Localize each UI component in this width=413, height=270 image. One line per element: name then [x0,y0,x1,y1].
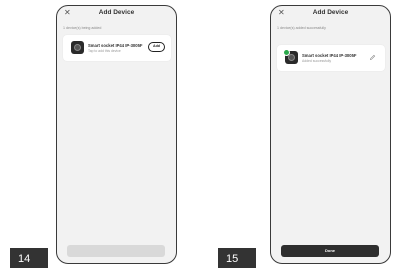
phone-screen-added: ✕ Add Device 1 device(s) added successfu… [270,5,391,264]
top-bar: ✕ Add Device [271,6,390,22]
socket-device-icon [71,41,84,54]
pencil-icon[interactable] [369,54,376,61]
device-subtitle: Tap to add this device [88,49,121,53]
device-card[interactable]: Smart socket IP44 IP-3005F Added success… [277,45,385,71]
success-check-icon [283,49,290,56]
status-text: 1 device(s) added successfully [277,26,326,30]
step-label: 15 [218,248,256,268]
bottom-button-disabled[interactable] [67,245,165,257]
page-title: Add Device [312,9,349,16]
step-label: 14 [10,248,48,268]
device-card[interactable]: Smart socket IP44 IP-3005F Tap to add th… [63,35,171,61]
socket-face [74,44,81,51]
done-button[interactable]: Done [281,245,379,257]
add-button[interactable]: Add [148,42,165,52]
socket-face [288,54,295,61]
device-name: Smart socket IP44 IP-3005F [302,53,357,58]
page-title: Add Device [98,9,135,16]
device-subtitle: Added successfully [302,59,332,63]
phone-screen-add-device: ✕ Add Device 1 device(s) being added Sma… [56,5,177,264]
device-name: Smart socket IP44 IP-3005F [88,43,143,48]
status-text: 1 device(s) being added [63,26,102,30]
top-bar: ✕ Add Device [57,6,176,22]
socket-device-icon [283,49,298,64]
